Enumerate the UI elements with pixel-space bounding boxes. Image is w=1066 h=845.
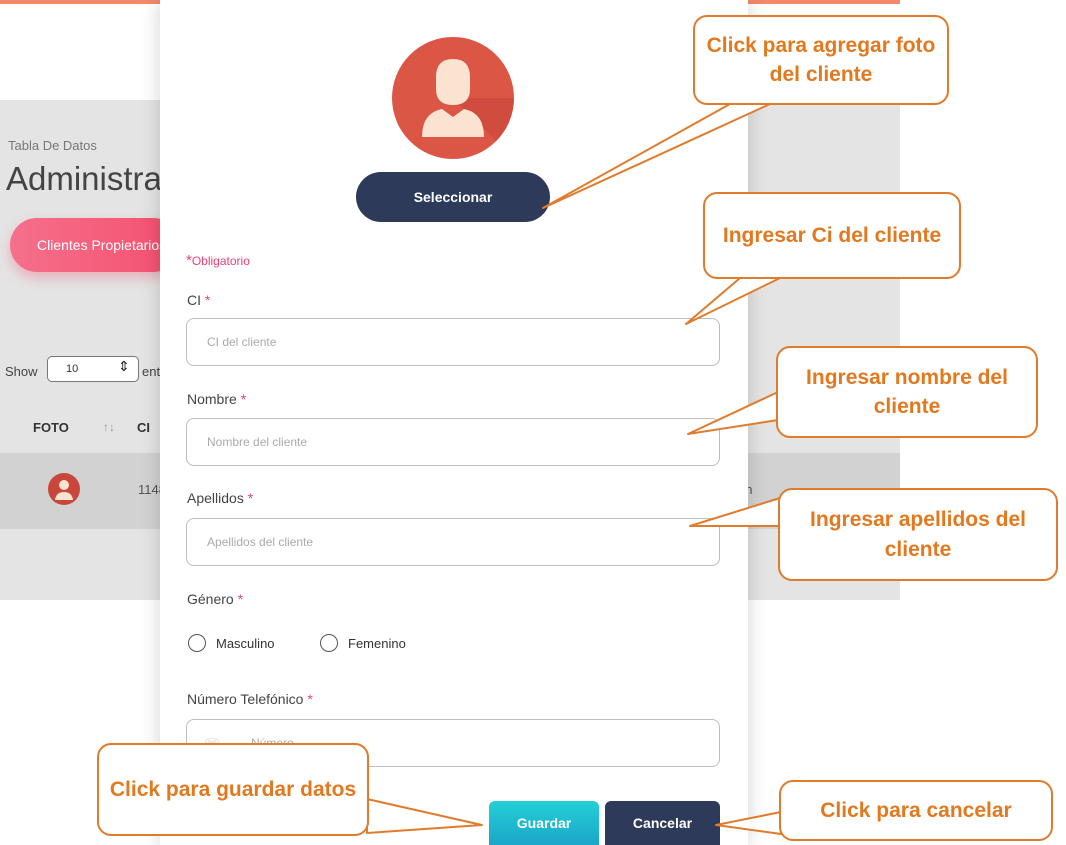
- show-label: Show: [5, 364, 38, 379]
- required-note-text: Obligatorio: [191, 254, 250, 268]
- breadcrumb[interactable]: Tabla De Datos: [8, 138, 97, 153]
- cancel-button[interactable]: Cancelar: [605, 801, 720, 845]
- tab-clientes-propietarios[interactable]: Clientes Propietarios: [10, 218, 180, 272]
- radio-femenino-label[interactable]: Femenino: [348, 636, 406, 651]
- required-star: *: [237, 591, 244, 607]
- user-silhouette-icon: [422, 59, 514, 159]
- radio-masculino-label[interactable]: Masculino: [216, 636, 275, 651]
- header-accent-line: [748, 0, 900, 4]
- callout-ci: Ingresar Ci del cliente: [703, 192, 961, 279]
- required-star: *: [204, 292, 211, 308]
- callout-save: Click para guardar datos: [97, 743, 369, 836]
- required-star: *: [247, 490, 254, 506]
- row-avatar: [48, 473, 80, 505]
- ci-input[interactable]: [186, 318, 720, 366]
- select-arrows-icon: ⇕: [118, 358, 130, 374]
- apellidos-label: Apellidos *: [187, 490, 253, 506]
- header-accent-line: [0, 0, 160, 4]
- radio-femenino[interactable]: [320, 634, 338, 652]
- required-star: *: [307, 691, 313, 707]
- nombre-label-text: Nombre: [187, 391, 237, 407]
- sort-icon[interactable]: ↑↓: [103, 420, 115, 434]
- callout-photo: Click para agregar foto del cliente: [693, 15, 949, 105]
- callout-nombre: Ingresar nombre del cliente: [776, 346, 1038, 438]
- nombre-label: Nombre *: [187, 391, 246, 407]
- callout-apellidos: Ingresar apellidos del cliente: [778, 488, 1058, 581]
- ci-label: CI *: [187, 292, 210, 308]
- column-header-foto[interactable]: FOTO: [33, 420, 69, 435]
- required-star: *: [240, 391, 247, 407]
- required-note: *Obligatorio: [186, 252, 250, 269]
- select-photo-button[interactable]: Seleccionar: [356, 172, 550, 222]
- telefono-label-text: Número Telefónico: [187, 691, 304, 707]
- user-icon: [55, 480, 73, 500]
- apellidos-input[interactable]: [186, 518, 720, 566]
- genero-label: Género *: [187, 591, 243, 607]
- apellidos-label-text: Apellidos: [187, 490, 244, 506]
- column-header-ci[interactable]: CI: [137, 420, 150, 435]
- ci-label-text: CI: [187, 292, 201, 308]
- client-photo-avatar[interactable]: [392, 37, 514, 159]
- save-button[interactable]: Guardar: [489, 801, 599, 845]
- callout-cancel: Click para cancelar: [779, 780, 1053, 841]
- radio-masculino[interactable]: [188, 634, 206, 652]
- nombre-input[interactable]: [186, 418, 720, 466]
- telefono-label: Número Telefónico *: [187, 691, 313, 707]
- genero-label-text: Género: [187, 591, 234, 607]
